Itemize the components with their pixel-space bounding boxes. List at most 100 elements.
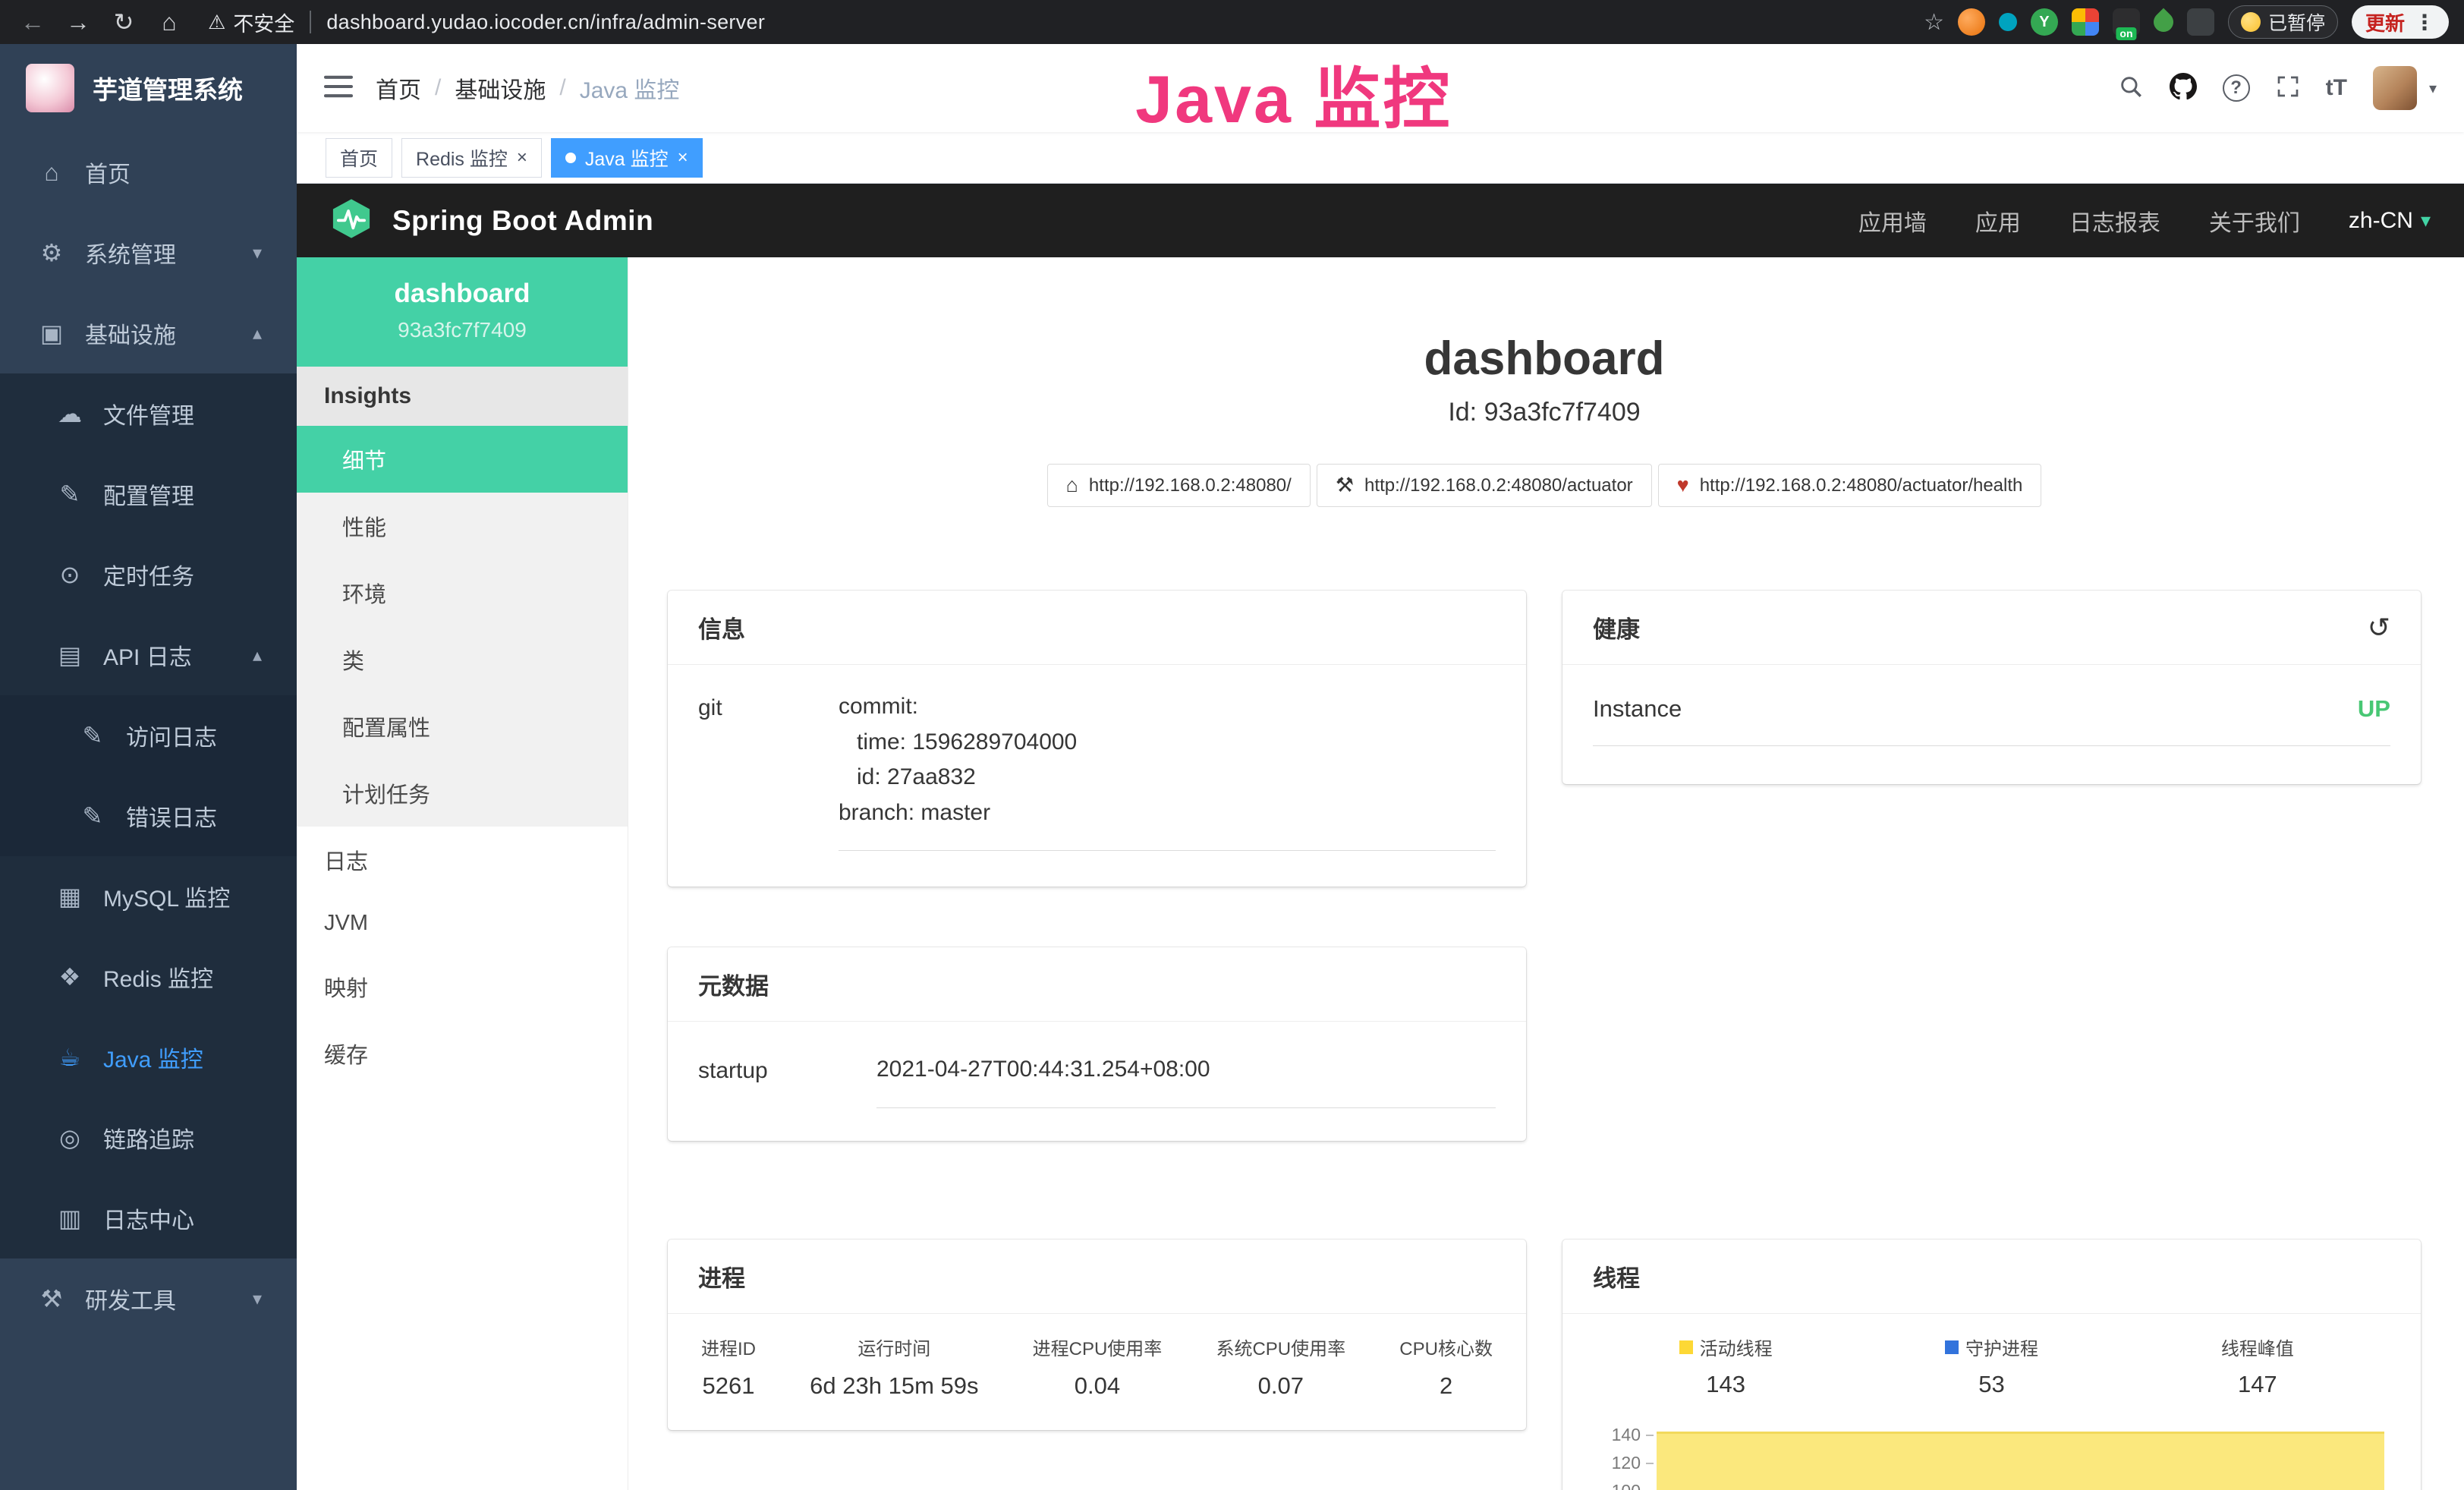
sba-sidebar: dashboard 93a3fc7f7409 Insights 细节 性能 环境… bbox=[297, 257, 628, 1490]
sidebar-item-dev-tools[interactable]: ⚒ 研发工具 ▾ bbox=[0, 1258, 297, 1339]
extension-green-icon[interactable]: Y bbox=[2031, 8, 2058, 36]
sba-item-mappings[interactable]: 映射 bbox=[297, 953, 628, 1020]
sidebar-item-error-log[interactable]: ✎ 错误日志 bbox=[0, 776, 297, 856]
sidebar-logo-row[interactable]: 芋道管理系统 bbox=[0, 44, 297, 132]
extension-teal-icon[interactable] bbox=[1999, 13, 2017, 31]
metadata-card-header: 元数据 bbox=[668, 947, 1526, 1022]
actuator-url-button[interactable]: ⚒ http://192.168.0.2:48080/actuator bbox=[1317, 464, 1652, 507]
y-tick: 140 bbox=[1612, 1421, 1654, 1449]
sidebar-item-redis-monitor[interactable]: ❖ Redis 监控 bbox=[0, 937, 297, 1017]
infra-icon: ▣ bbox=[35, 319, 68, 348]
column-label: 系统CPU使用率 bbox=[1216, 1334, 1345, 1360]
github-icon[interactable] bbox=[2170, 73, 2197, 104]
search-icon[interactable] bbox=[2118, 74, 2144, 103]
chrome-update-button[interactable]: 更新 ⋮ bbox=[2352, 5, 2449, 39]
breadcrumb-home[interactable]: 首页 bbox=[376, 71, 421, 105]
address-bar[interactable]: dashboard.yudao.iocoder.cn/infra/admin-s… bbox=[326, 11, 765, 34]
sidebar-item-java-monitor[interactable]: ☕ Java 监控 bbox=[0, 1017, 297, 1098]
card-title: 信息 bbox=[698, 610, 745, 644]
sba-brand-title[interactable]: Spring Boot Admin bbox=[392, 205, 653, 237]
health-url-button[interactable]: ♥ http://192.168.0.2:48080/actuator/heal… bbox=[1658, 464, 2042, 507]
sba-item-caches[interactable]: 缓存 bbox=[297, 1020, 628, 1087]
extension-grid-icon[interactable] bbox=[2072, 8, 2099, 36]
sba-item-details[interactable]: 细节 bbox=[297, 426, 628, 493]
browser-home-icon[interactable]: ⌂ bbox=[152, 8, 187, 36]
sidebar-item-access-log[interactable]: ✎ 访问日志 bbox=[0, 695, 297, 776]
system-cpu-column: 系统CPU使用率 0.07 bbox=[1216, 1334, 1345, 1400]
status-badge: UP bbox=[2358, 695, 2390, 723]
sba-item-logs[interactable]: 日志 bbox=[297, 827, 628, 893]
sidebar-item-home[interactable]: ⌂ 首页 bbox=[0, 132, 297, 213]
sba-nav-journal[interactable]: 日志报表 bbox=[2069, 204, 2160, 238]
sidebar-item-system[interactable]: ⚙ 系统管理 ▾ bbox=[0, 213, 297, 293]
sba-nav-about[interactable]: 关于我们 bbox=[2209, 204, 2300, 238]
dashboard-icon: ⌂ bbox=[35, 159, 68, 187]
sba-nav-applications[interactable]: 应用 bbox=[1975, 204, 2021, 238]
service-url-button[interactable]: ⌂ http://192.168.0.2:48080/ bbox=[1047, 464, 1311, 507]
close-icon[interactable]: × bbox=[678, 149, 688, 167]
avatar-caret-icon[interactable]: ▾ bbox=[2429, 79, 2437, 98]
sidebar-item-infrastructure[interactable]: ▣ 基础设施 ▴ bbox=[0, 293, 297, 373]
hamburger-icon[interactable] bbox=[324, 74, 353, 102]
browser-back-icon[interactable]: ← bbox=[15, 8, 50, 36]
page-title: dashboard bbox=[668, 332, 2421, 386]
extension-on-badge: on bbox=[2116, 27, 2136, 40]
sba-nav: 应用墙 应用 日志报表 关于我们 zh-CN ▾ bbox=[1858, 204, 2431, 238]
history-icon[interactable]: ↺ bbox=[2368, 612, 2390, 644]
sba-item-classes[interactable]: 类 bbox=[297, 626, 628, 693]
browser-actions: ☆ Y on 已暂停 更新 ⋮ bbox=[1924, 5, 2449, 39]
tab-java-monitor[interactable]: Java 监控 × bbox=[551, 138, 703, 178]
bookmark-star-icon[interactable]: ☆ bbox=[1924, 9, 1944, 36]
sidebar-item-api-log[interactable]: ▤ API 日志 ▴ bbox=[0, 615, 297, 695]
extension-adblock-icon[interactable]: on bbox=[2113, 8, 2140, 36]
tab-redis-monitor[interactable]: Redis 监控 × bbox=[401, 138, 542, 178]
sidebar-item-tracing[interactable]: ◎ 链路追踪 bbox=[0, 1098, 297, 1178]
sidebar-item-file-manage[interactable]: ☁ 文件管理 bbox=[0, 373, 297, 454]
java-icon: ☕ bbox=[53, 1043, 87, 1072]
help-icon[interactable]: ? bbox=[2223, 74, 2250, 102]
sidebar-item-label: 配置管理 bbox=[103, 477, 194, 511]
sidebar-item-config-manage[interactable]: ✎ 配置管理 bbox=[0, 454, 297, 534]
column-label: 运行时间 bbox=[810, 1334, 978, 1360]
metadata-card: 元数据 startup 2021-04-27T00:44:31.254+08:0… bbox=[668, 947, 1526, 1141]
user-avatar[interactable] bbox=[2373, 66, 2417, 110]
locale-label: zh-CN bbox=[2349, 208, 2413, 234]
sba-item-scheduled-tasks[interactable]: 计划任务 bbox=[297, 760, 628, 827]
git-id-line: id: 27aa832 bbox=[839, 760, 1496, 795]
security-chip[interactable]: ⚠ 不安全 bbox=[208, 8, 294, 37]
sidebar-item-log-center[interactable]: ▥ 日志中心 bbox=[0, 1178, 297, 1258]
peak-threads-legend: 线程峰值 147 bbox=[2125, 1334, 2390, 1398]
instance-header[interactable]: dashboard 93a3fc7f7409 bbox=[297, 257, 628, 367]
info-card-body: git commit: time: 1596289704000 id: 27aa… bbox=[668, 665, 1526, 884]
sidebar-item-label: 访问日志 bbox=[126, 719, 217, 752]
sidebar-item-label: 链路追踪 bbox=[103, 1121, 194, 1155]
column-value: 6d 23h 15m 59s bbox=[810, 1372, 978, 1400]
gear-icon: ⚙ bbox=[35, 238, 68, 267]
extension-orange-icon[interactable] bbox=[1958, 8, 1985, 36]
sidebar-item-scheduled-jobs[interactable]: ⊙ 定时任务 bbox=[0, 534, 297, 615]
sba-item-environment[interactable]: 环境 bbox=[297, 559, 628, 626]
profile-paused-badge[interactable]: 已暂停 bbox=[2228, 5, 2338, 39]
app-title: 芋道管理系统 bbox=[93, 70, 243, 106]
close-icon[interactable]: × bbox=[517, 149, 527, 167]
browser-forward-icon[interactable]: → bbox=[61, 8, 96, 36]
sba-item-metrics[interactable]: 性能 bbox=[297, 493, 628, 559]
tab-home[interactable]: 首页 bbox=[326, 138, 392, 178]
sba-item-jvm[interactable]: JVM bbox=[297, 893, 628, 953]
extension-leaf-icon[interactable] bbox=[2150, 8, 2178, 36]
sidebar-item-mysql-monitor[interactable]: ▦ MySQL 监控 bbox=[0, 856, 297, 937]
breadcrumb: 首页 / 基础设施 / Java 监控 bbox=[376, 71, 679, 105]
extensions-puzzle-icon[interactable] bbox=[2187, 8, 2214, 36]
fullscreen-icon[interactable] bbox=[2276, 74, 2300, 102]
font-size-icon[interactable]: tT bbox=[2326, 75, 2347, 101]
locale-selector[interactable]: zh-CN ▾ bbox=[2349, 208, 2431, 234]
info-card-header: 信息 bbox=[668, 591, 1526, 665]
breadcrumb-infrastructure[interactable]: 基础设施 bbox=[455, 71, 546, 105]
timer-icon: ⊙ bbox=[53, 560, 87, 589]
startup-value: 2021-04-27T00:44:31.254+08:00 bbox=[876, 1052, 1496, 1088]
sba-item-config-props[interactable]: 配置属性 bbox=[297, 693, 628, 760]
sba-nav-wallboard[interactable]: 应用墙 bbox=[1858, 204, 1927, 238]
browser-reload-icon[interactable]: ↻ bbox=[106, 8, 141, 36]
breadcrumb-current: Java 监控 bbox=[580, 71, 680, 105]
kebab-menu-icon[interactable]: ⋮ bbox=[2414, 10, 2435, 35]
